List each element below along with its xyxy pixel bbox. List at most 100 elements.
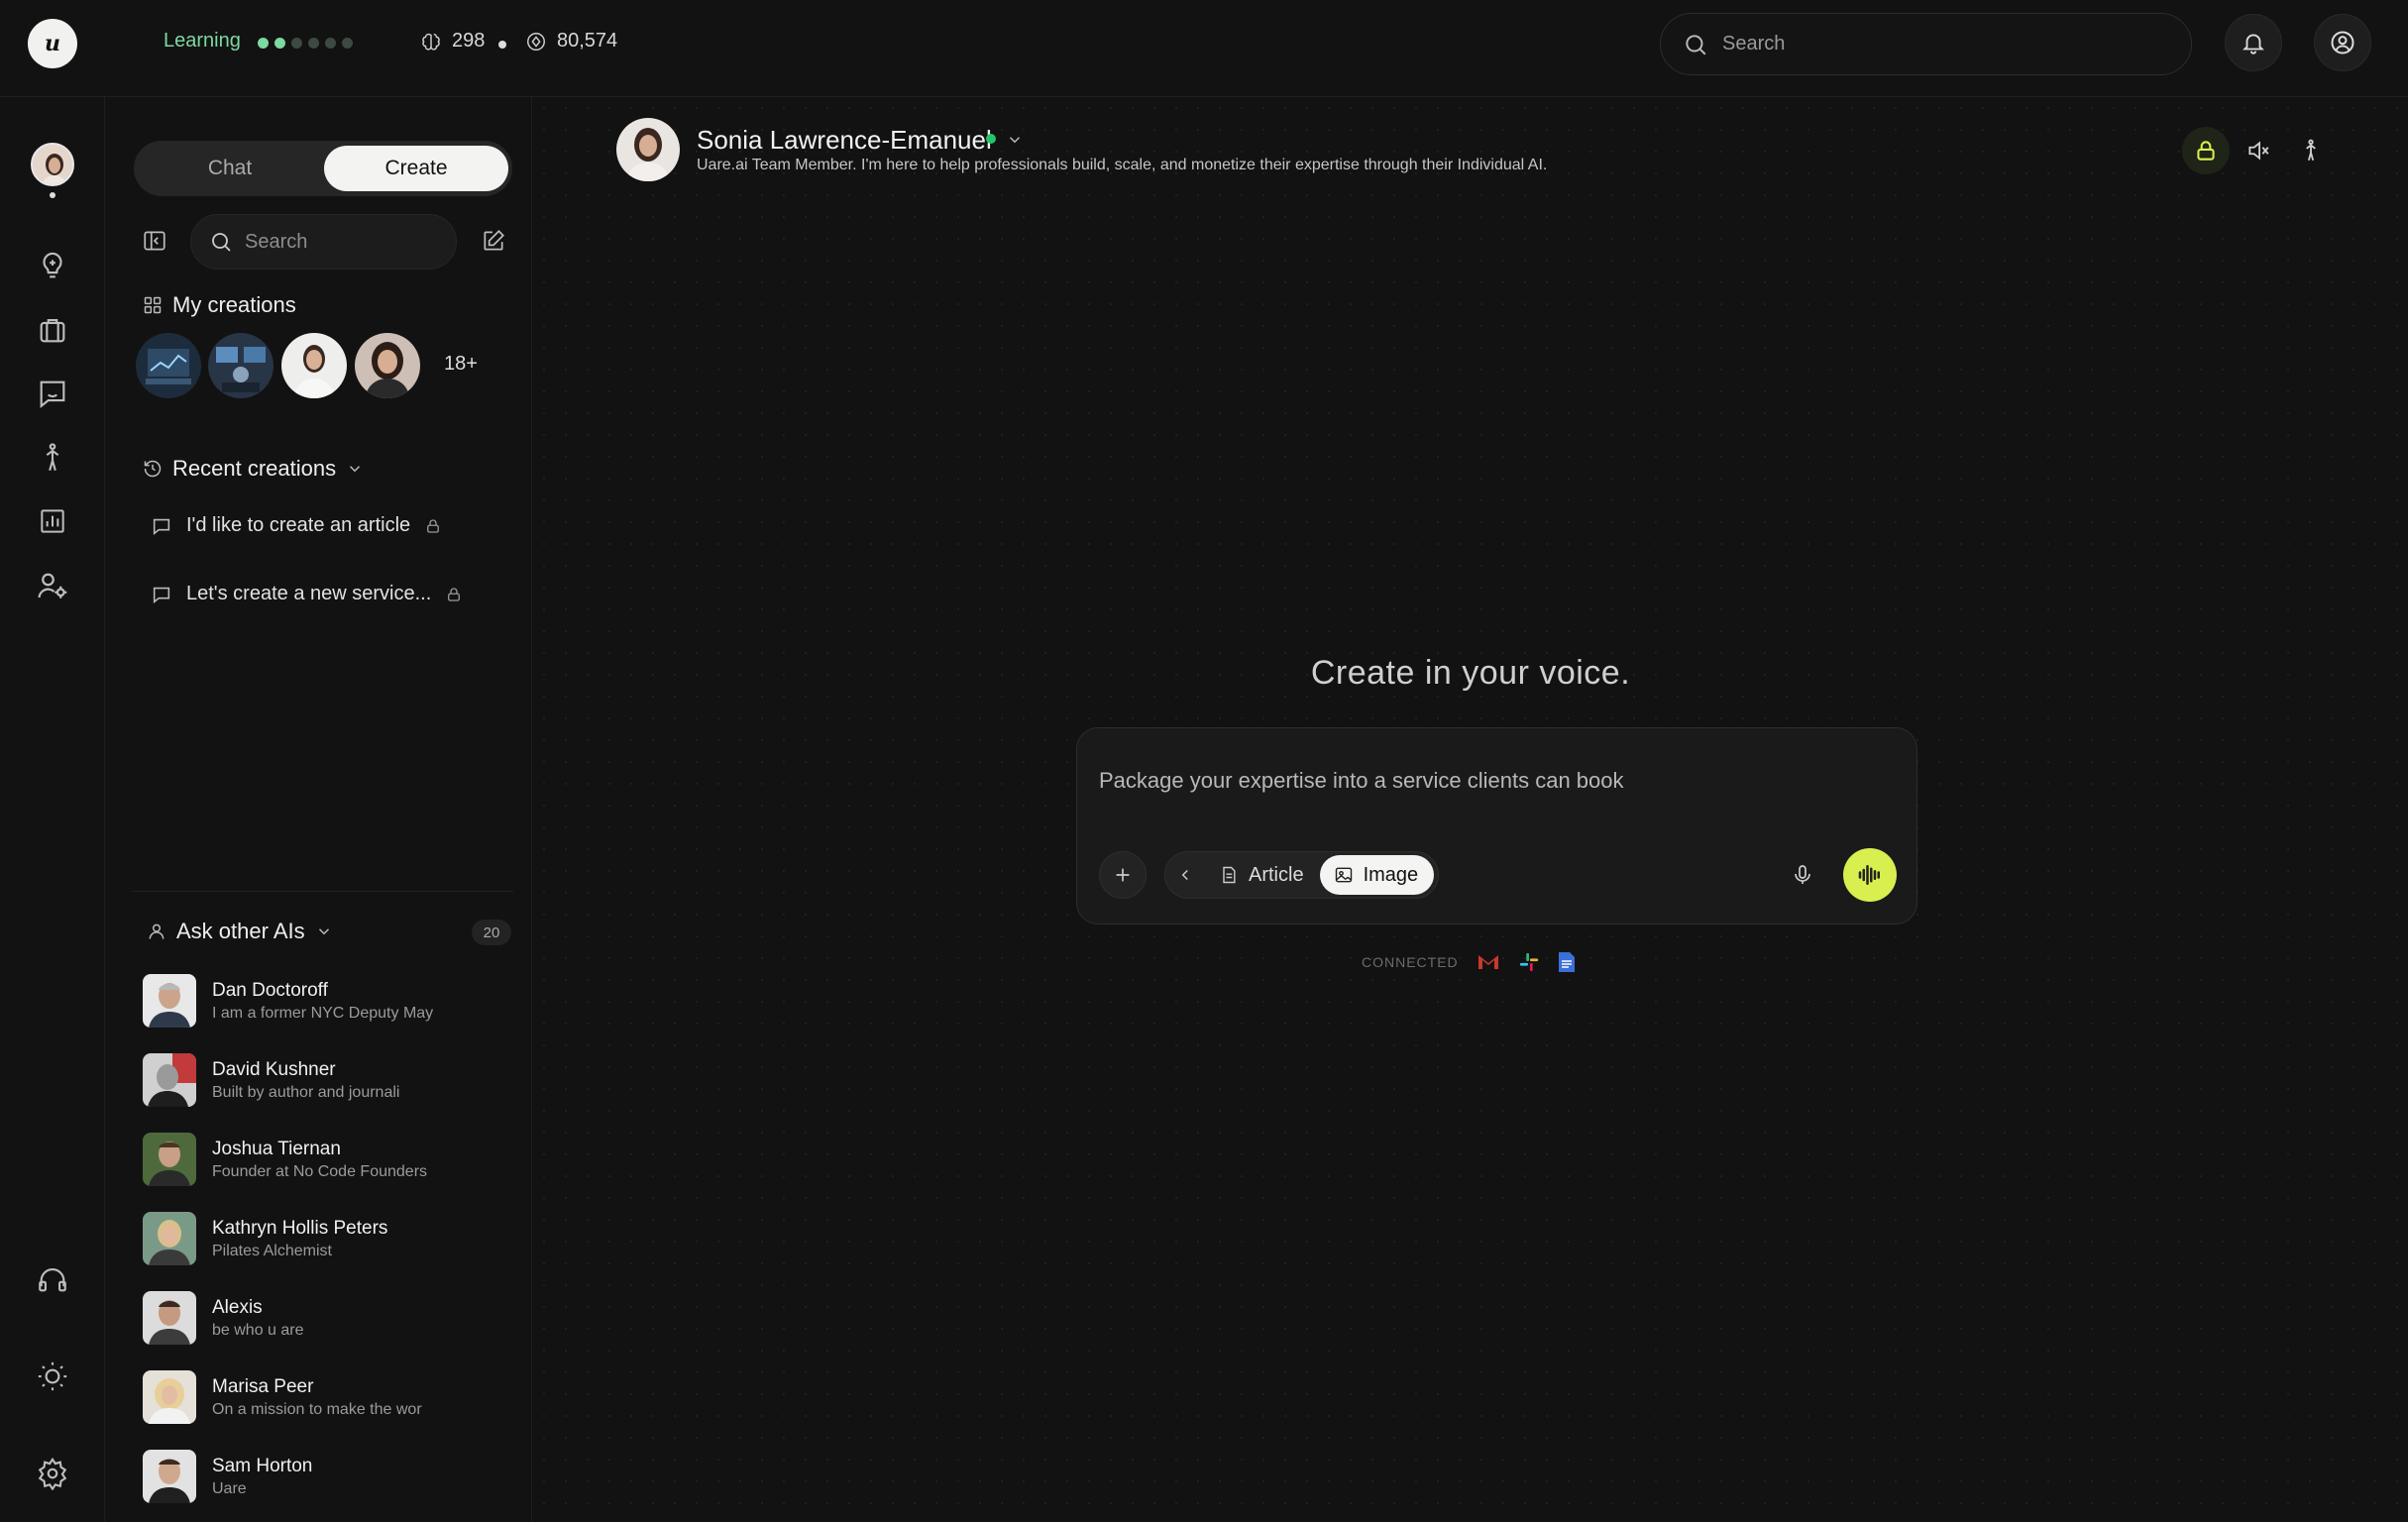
lock-icon	[2197, 141, 2215, 161]
more-creations[interactable]: 18+	[444, 353, 478, 376]
recent-creations-heading[interactable]: Recent creations	[143, 456, 364, 482]
rail-account-settings[interactable]	[27, 560, 78, 611]
message-icon	[153, 587, 170, 603]
recent-item-label: I'd like to create an article	[186, 514, 411, 536]
my-creations-heading: My creations	[143, 292, 296, 318]
sidebar: Chat Create My creations 18+ Recent crea…	[106, 97, 532, 1522]
rail-conversations[interactable]	[27, 368, 78, 419]
ai-name: Kathryn Hollis Peters	[212, 1217, 388, 1239]
tokens-stat: 298	[420, 30, 485, 53]
rail-profile-avatar[interactable]	[31, 143, 74, 186]
main-panel: Sonia Lawrence-Emanuel Uare.ai Team Memb…	[533, 97, 2408, 1522]
rail-ideas[interactable]	[27, 240, 78, 291]
connected-services: CONNECTED	[1362, 951, 1576, 973]
tokens-value: 298	[452, 30, 486, 52]
user-circle-icon	[2331, 31, 2354, 54]
recent-item-label: Let's create a new service...	[186, 583, 432, 604]
ai-list-item[interactable]: Dan Doctoroff I am a former NYC Deputy Ma…	[143, 973, 433, 1029]
edit-icon	[484, 230, 504, 251]
account-button[interactable]	[2314, 14, 2371, 71]
microphone-button[interactable]	[1783, 855, 1822, 895]
briefcase-icon	[40, 319, 65, 343]
ask-other-ais-heading[interactable]: Ask other AIs	[147, 919, 333, 944]
active-indicator	[50, 192, 55, 198]
ai-name: Dan Doctoroff	[212, 979, 328, 1001]
recent-creations-title: Recent creations	[172, 456, 337, 481]
coin-icon	[527, 32, 545, 51]
rail-portfolio[interactable]	[27, 304, 78, 356]
waveform-icon	[1858, 865, 1880, 885]
rail-analytics[interactable]	[27, 495, 78, 547]
search-icon	[1686, 34, 1706, 54]
ai-name: Joshua Tiernan	[212, 1138, 341, 1159]
ai-name: Marisa Peer	[212, 1375, 314, 1397]
app-logo[interactable]: u	[28, 19, 77, 68]
back-button[interactable]	[1165, 855, 1205, 895]
ai-name: Sam Horton	[212, 1455, 313, 1476]
history-icon	[144, 460, 162, 478]
recent-item[interactable]: I'd like to create an article	[151, 514, 442, 537]
bell-icon	[2243, 34, 2264, 54]
ai-description: Uare	[212, 1479, 247, 1497]
sun-icon	[38, 1361, 67, 1391]
notifications-button[interactable]	[2225, 14, 2282, 71]
recent-item[interactable]: Let's create a new service...	[151, 583, 463, 605]
ai-list-item[interactable]: Alexis be who u are	[143, 1290, 304, 1346]
avatar	[143, 1053, 196, 1107]
creation-thumb[interactable]	[355, 333, 420, 398]
global-search-input[interactable]	[1722, 33, 2158, 55]
profile-avatar[interactable]	[616, 118, 680, 181]
creation-thumb[interactable]	[136, 333, 201, 398]
chevron-down-icon	[350, 466, 361, 473]
ai-list-item[interactable]: Kathryn Hollis Peters Pilates Alchemist	[143, 1211, 387, 1266]
profile-description: Uare.ai Team Member. I'm here to help pr…	[697, 157, 1548, 173]
avatar	[143, 1133, 196, 1186]
new-creation-button[interactable]	[481, 228, 506, 254]
profile-menu-toggle[interactable]	[1006, 131, 1024, 149]
creation-thumb[interactable]	[208, 333, 274, 398]
search-icon	[212, 233, 231, 252]
creation-thumb[interactable]	[281, 333, 347, 398]
mute-button[interactable]	[2235, 127, 2282, 174]
google-docs-icon[interactable]	[1558, 951, 1576, 973]
collapse-sidebar-button[interactable]	[142, 228, 167, 254]
image-chip[interactable]: Image	[1319, 855, 1435, 895]
accessibility-button[interactable]	[2287, 127, 2335, 174]
gmail-icon[interactable]	[1477, 953, 1500, 971]
prompt-input[interactable]	[1099, 768, 1892, 808]
tab-create[interactable]: Create	[324, 146, 508, 191]
rail-theme-toggle[interactable]	[27, 1351, 78, 1402]
page-headline: Create in your voice.	[1310, 654, 1631, 692]
ai-list-item[interactable]: Sam Horton Uare	[143, 1449, 312, 1504]
lightbulb-icon	[43, 253, 62, 278]
ai-list-item[interactable]: Marisa Peer On a mission to make the wor	[143, 1369, 422, 1425]
ai-list-item[interactable]: Joshua Tiernan Founder at No Code Founder…	[143, 1132, 427, 1187]
ai-description: be who u are	[212, 1321, 304, 1339]
ai-description: Pilates Alchemist	[212, 1242, 332, 1259]
rail-support[interactable]	[27, 1253, 78, 1305]
article-chip[interactable]: Article	[1205, 855, 1320, 895]
sidebar-search[interactable]	[190, 214, 457, 270]
rail-activity[interactable]	[27, 432, 78, 484]
mode-toggle: Chat Create	[134, 141, 512, 196]
user-icon	[149, 924, 164, 939]
ai-list-item[interactable]: David Kushner Built by author and journal…	[143, 1052, 399, 1108]
sidebar-search-input[interactable]	[245, 230, 443, 254]
add-attachment-button[interactable]	[1099, 851, 1147, 899]
connected-label: CONNECTED	[1362, 954, 1459, 970]
tab-chat[interactable]: Chat	[138, 146, 322, 191]
plus-icon	[1116, 868, 1130, 882]
lock-icon	[427, 518, 440, 533]
avatar	[143, 1370, 196, 1424]
global-search[interactable]	[1660, 13, 2192, 75]
ai-description: On a mission to make the wor	[212, 1400, 422, 1418]
rail-settings[interactable]	[27, 1448, 78, 1499]
slack-icon[interactable]	[1518, 951, 1540, 973]
separator-dot	[498, 41, 506, 49]
privacy-lock-button[interactable]	[2182, 127, 2230, 174]
voice-mode-button[interactable]	[1843, 848, 1897, 902]
user-settings-icon	[38, 573, 67, 598]
avatar	[143, 1450, 196, 1503]
my-creations-title: My creations	[172, 292, 296, 317]
image-icon	[1335, 867, 1352, 883]
